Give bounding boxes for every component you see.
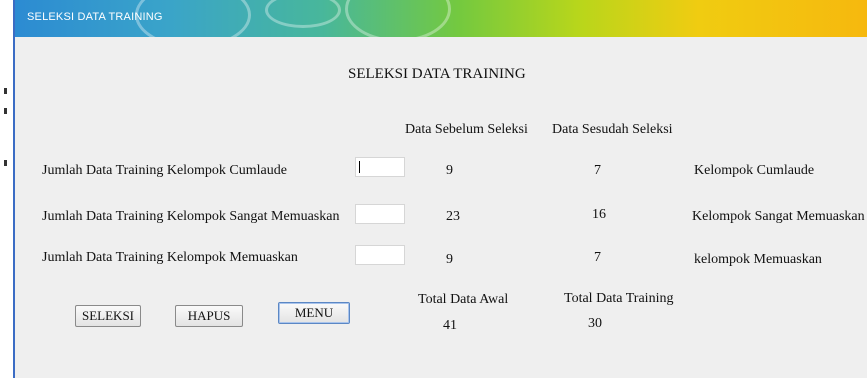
total-training-label: Total Data Training: [564, 291, 674, 306]
row-label-cumlaude: Jumlah Data Training Kelompok Cumlaude: [42, 163, 287, 178]
seleksi-window: SELEKSI DATA TRAINING SELEKSI DATA TRAIN…: [13, 0, 867, 378]
seleksi-button[interactable]: SELEKSI: [75, 305, 141, 327]
cumlaude-group-label: Kelompok Cumlaude: [694, 163, 815, 178]
row-label-sangat-memuaskan: Jumlah Data Training Kelompok Sangat Mem…: [42, 209, 340, 224]
edge-mark: [4, 108, 7, 114]
edge-mark: [4, 88, 7, 94]
window-title: SELEKSI DATA TRAINING: [27, 11, 163, 23]
page-title: SELEKSI DATA TRAINING: [348, 66, 526, 82]
sangat-memuaskan-after-value: 16: [592, 207, 606, 222]
total-awal-label: Total Data Awal: [418, 292, 509, 307]
menu-button[interactable]: MENU: [278, 302, 350, 324]
sangat-memuaskan-before-value: 23: [446, 209, 460, 224]
column-header-after: Data Sesudah Seleksi: [552, 122, 673, 137]
background-app-edge: [0, 0, 13, 378]
memuaskan-input[interactable]: [355, 245, 405, 265]
memuaskan-group-label: kelompok Memuaskan: [694, 252, 822, 267]
column-header-before: Data Sebelum Seleksi: [405, 122, 528, 137]
memuaskan-before-value: 9: [446, 252, 453, 267]
sangat-memuaskan-group-label: Kelompok Sangat Memuaskan: [692, 209, 865, 224]
hapus-button[interactable]: HAPUS: [175, 305, 243, 327]
decorative-swirl: [265, 0, 341, 28]
total-training-value: 30: [588, 316, 602, 331]
window-titlebar[interactable]: SELEKSI DATA TRAINING: [15, 0, 867, 37]
text-caret: [359, 161, 360, 173]
sangat-memuaskan-input[interactable]: [355, 204, 405, 224]
row-label-memuaskan: Jumlah Data Training Kelompok Memuaskan: [42, 250, 298, 265]
cumlaude-after-value: 7: [594, 163, 601, 178]
form-content: SELEKSI DATA TRAINING Data Sebelum Selek…: [15, 37, 867, 378]
memuaskan-after-value: 7: [594, 250, 601, 265]
decorative-swirl: [345, 0, 451, 37]
cumlaude-before-value: 9: [446, 163, 453, 178]
edge-mark: [4, 160, 7, 166]
cumlaude-input[interactable]: [355, 157, 405, 177]
total-awal-value: 41: [443, 318, 457, 333]
